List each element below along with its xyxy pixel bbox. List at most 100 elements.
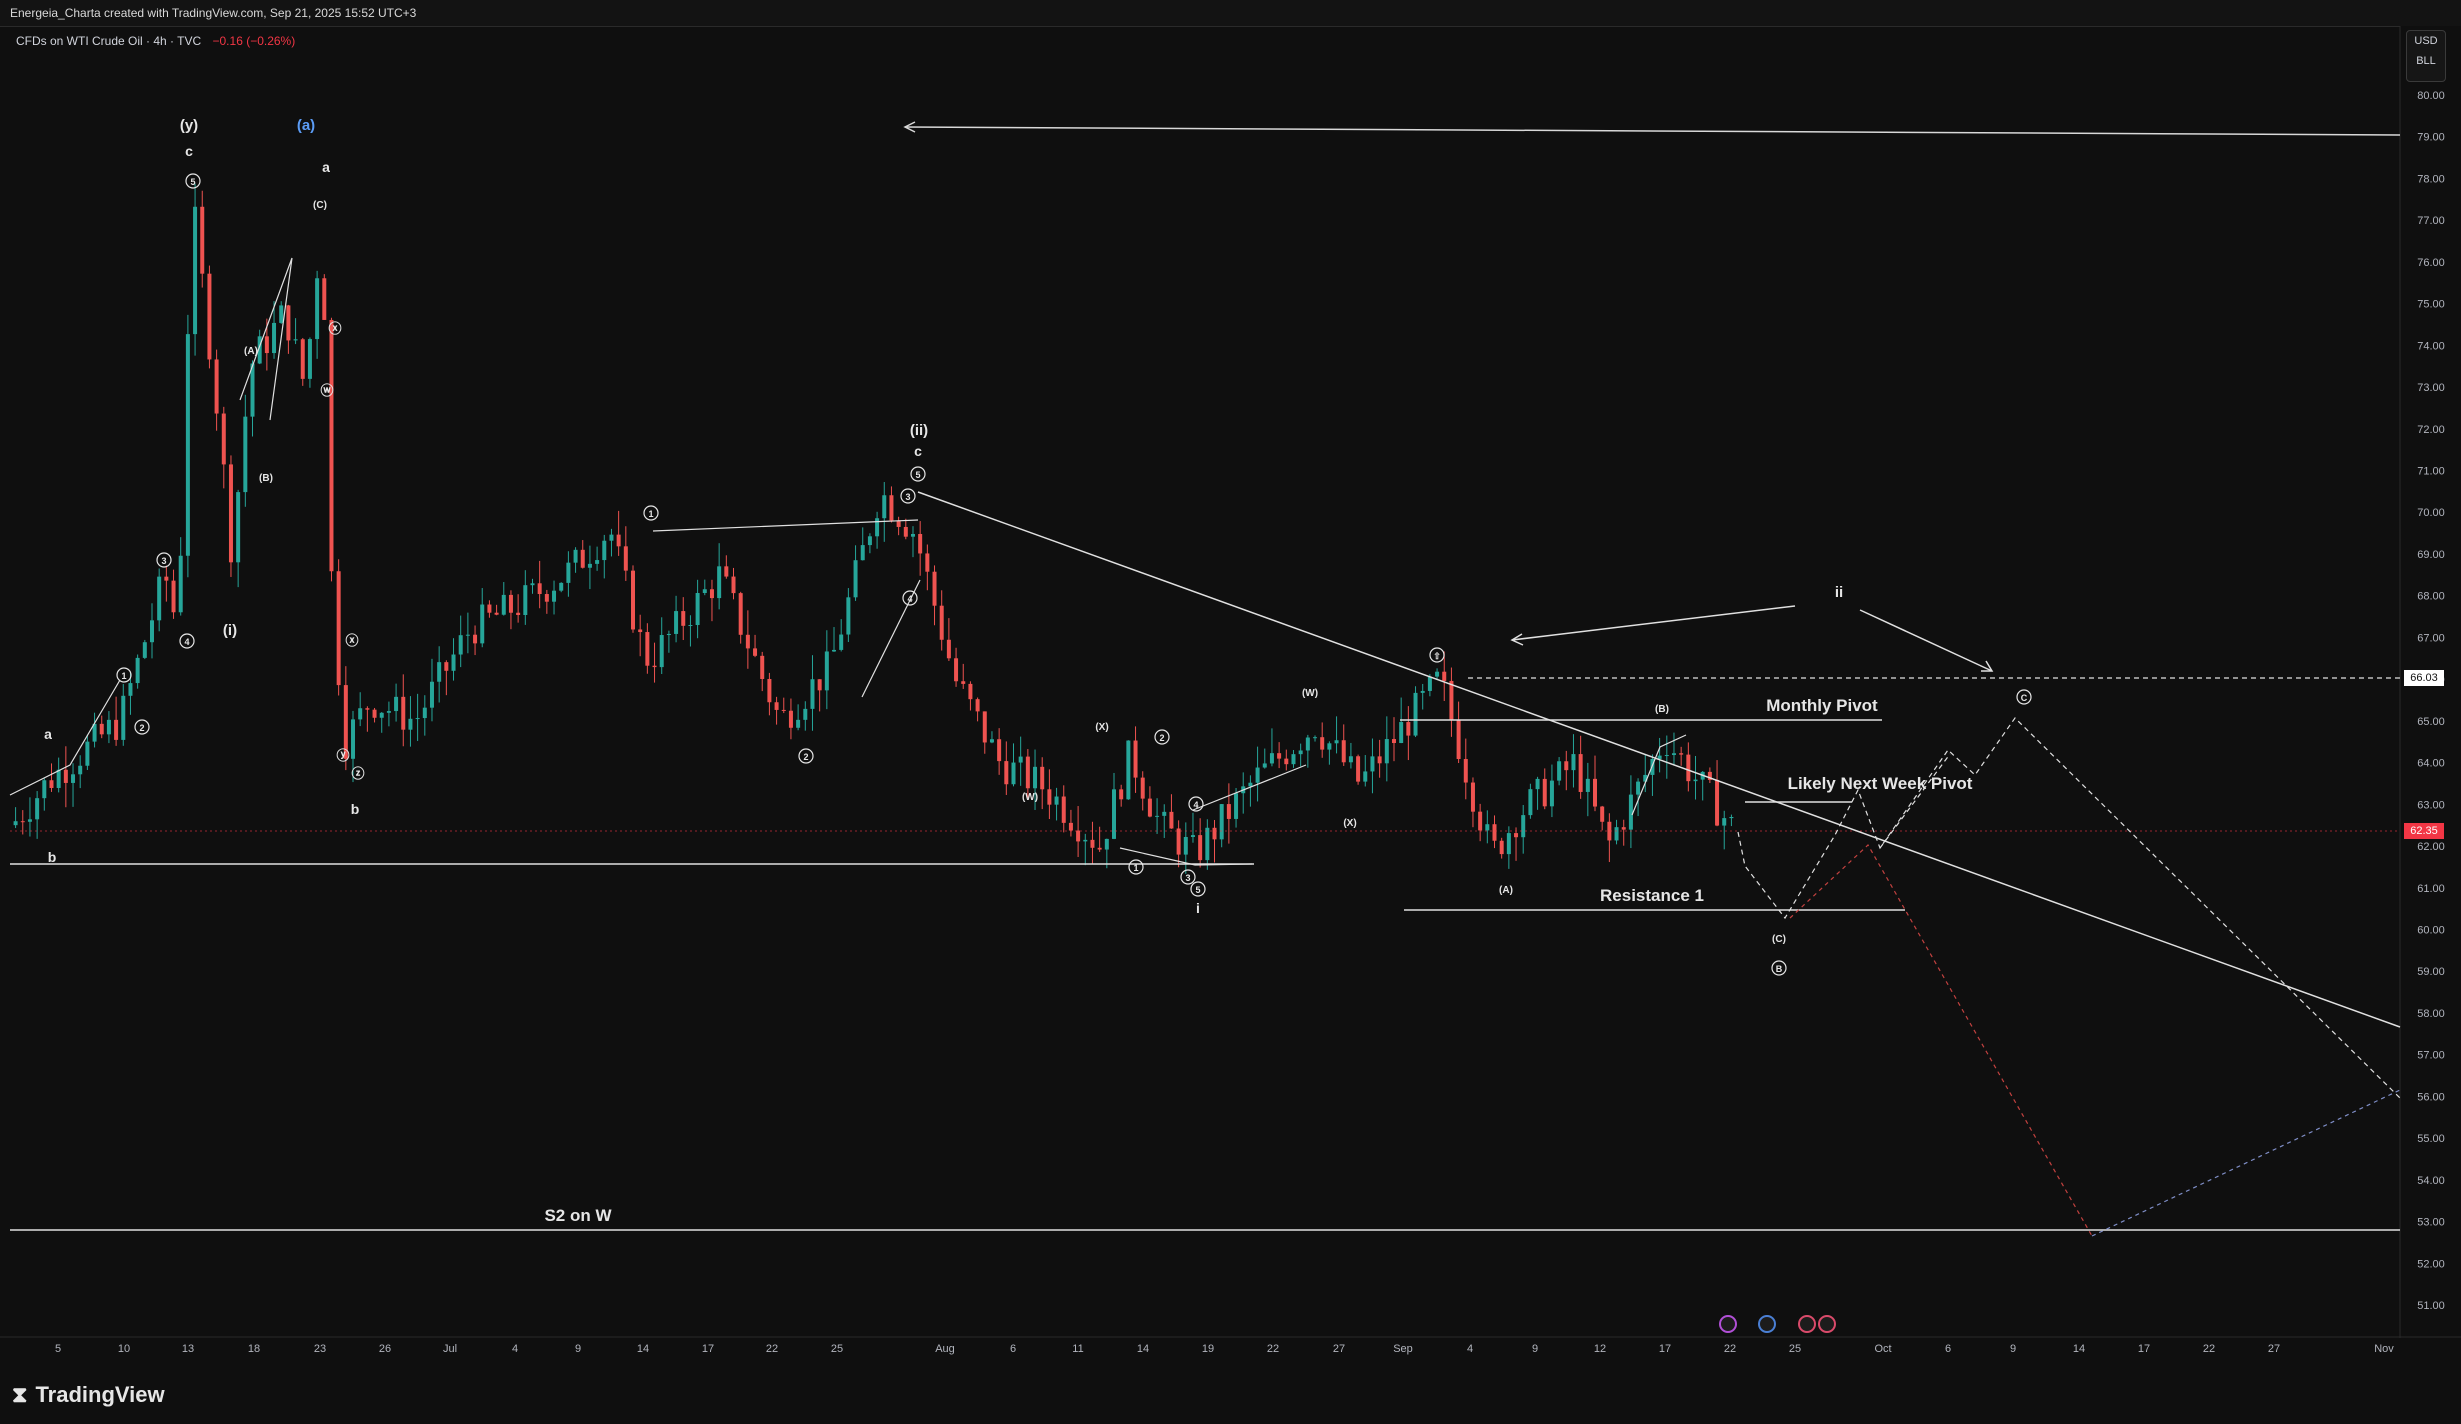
price-tick-label: 65.00 — [2417, 716, 2445, 728]
time-tick-label: Aug — [935, 1343, 955, 1355]
tradingview-logo-icon: ⧗ — [12, 1382, 28, 1407]
time-tick-label: 14 — [1137, 1343, 1149, 1355]
candle-body — [867, 536, 872, 546]
time-tick-label: 17 — [1659, 1343, 1671, 1355]
candle-body — [200, 206, 205, 274]
candle-body — [954, 658, 959, 682]
time-tick-label: 14 — [2073, 1343, 2085, 1355]
candle-body — [264, 336, 269, 354]
currency-sub[interactable]: BLL — [2407, 51, 2445, 71]
currency-unit[interactable]: USD — [2407, 31, 2445, 51]
candle-body — [939, 605, 944, 640]
candle-body — [1090, 839, 1095, 848]
candle-body — [997, 739, 1002, 762]
price-tick-label: 68.00 — [2417, 591, 2445, 603]
candle-body — [408, 718, 413, 730]
candle-body — [13, 821, 18, 826]
time-tick-label: 5 — [55, 1343, 61, 1355]
candle-body — [580, 549, 585, 568]
candle-body — [853, 560, 858, 598]
candle-body — [1011, 762, 1016, 785]
candle-body — [1571, 754, 1576, 771]
candle-body — [422, 707, 427, 719]
price-tick-label: 62.00 — [2417, 841, 2445, 853]
candle-body — [71, 774, 76, 783]
candle-body — [753, 648, 758, 656]
candle-body — [1686, 754, 1691, 782]
candle-body — [1413, 692, 1418, 736]
candle-body — [142, 642, 147, 658]
candle-body — [78, 765, 83, 775]
price-axis: 80.00 79.00 78.00 77.00 76.00 75.00 74.00 73.00… — [2399, 26, 2461, 1366]
candle-body — [1564, 761, 1569, 771]
candle-body — [250, 363, 255, 417]
candle-body — [767, 678, 772, 703]
candle-body — [724, 566, 729, 577]
time-tick-label: 25 — [1789, 1343, 1801, 1355]
wave-label: a — [44, 726, 52, 742]
wave-circle-label: 4 — [184, 637, 189, 647]
candle-body — [674, 611, 679, 634]
candle-body — [796, 719, 801, 728]
tradingview-logo[interactable]: ⧗ TradingView — [12, 1382, 165, 1408]
level-price-badge: 66.03 — [2404, 670, 2444, 686]
candle-body — [875, 518, 880, 537]
candle-body — [315, 278, 320, 340]
candle-body — [1190, 835, 1195, 837]
candle-body — [473, 634, 478, 644]
wave-circle-label: 5 — [915, 470, 920, 480]
candle-body — [1234, 793, 1239, 819]
candle-body — [1083, 839, 1088, 842]
ii-arrow-left — [1511, 605, 1796, 641]
candle-body — [508, 594, 513, 613]
wave-circle-label: B — [1776, 964, 1783, 974]
candle-body — [1262, 763, 1267, 768]
candle-body — [243, 416, 248, 493]
wave-label: (B) — [259, 473, 273, 484]
candle-body — [358, 708, 363, 720]
candle-body — [494, 612, 499, 615]
price-tick-label: 64.00 — [2417, 758, 2445, 770]
candle-body — [27, 819, 32, 822]
current-price-badge: 62.35 — [2404, 823, 2444, 839]
candle-body — [544, 594, 549, 602]
wave-label-blue: (a) — [297, 117, 315, 134]
wave-circle-label: ⇧ — [1433, 651, 1441, 661]
candle-body — [1391, 739, 1396, 744]
candle-body — [566, 562, 571, 583]
candle-body — [487, 604, 492, 613]
wave-label: (B) — [1655, 704, 1669, 715]
candle-body — [1348, 756, 1353, 763]
candle-body — [1255, 767, 1260, 783]
time-tick-label: 9 — [575, 1343, 581, 1355]
resistance-label: Resistance 1 — [1600, 886, 1704, 905]
candle-body — [788, 710, 793, 728]
candle-body — [1040, 766, 1045, 790]
candle-body — [1162, 811, 1167, 816]
candle-body — [587, 563, 592, 568]
candle-body — [645, 632, 650, 666]
candle-body — [1585, 778, 1590, 792]
wave-circle-label: 1 — [1133, 863, 1138, 873]
candle-body — [149, 620, 154, 643]
candle-body — [1420, 690, 1425, 693]
candle-body — [1557, 761, 1562, 781]
candle-body — [429, 681, 434, 708]
wave-label: b — [48, 849, 57, 865]
candle-body — [372, 709, 377, 718]
currency-selector[interactable]: USD BLL — [2406, 30, 2446, 82]
time-tick-label: 6 — [1010, 1343, 1016, 1355]
candle-body — [272, 322, 277, 354]
candle-body — [1169, 811, 1174, 829]
time-tick-label: 11 — [1072, 1343, 1083, 1355]
price-tick-label: 51.00 — [2417, 1300, 2445, 1312]
candle-body — [602, 540, 607, 561]
candle-body — [157, 576, 162, 621]
time-tick-label: 22 — [766, 1343, 778, 1355]
candle-body — [1671, 753, 1676, 756]
candle-body — [910, 533, 915, 537]
candle-body — [458, 635, 463, 655]
price-chart[interactable]: 80.00 79.00 78.00 77.00 76.00 75.00 74.00 73.00… — [0, 0, 2461, 1424]
candle-body — [745, 634, 750, 649]
candle-body — [839, 634, 844, 650]
